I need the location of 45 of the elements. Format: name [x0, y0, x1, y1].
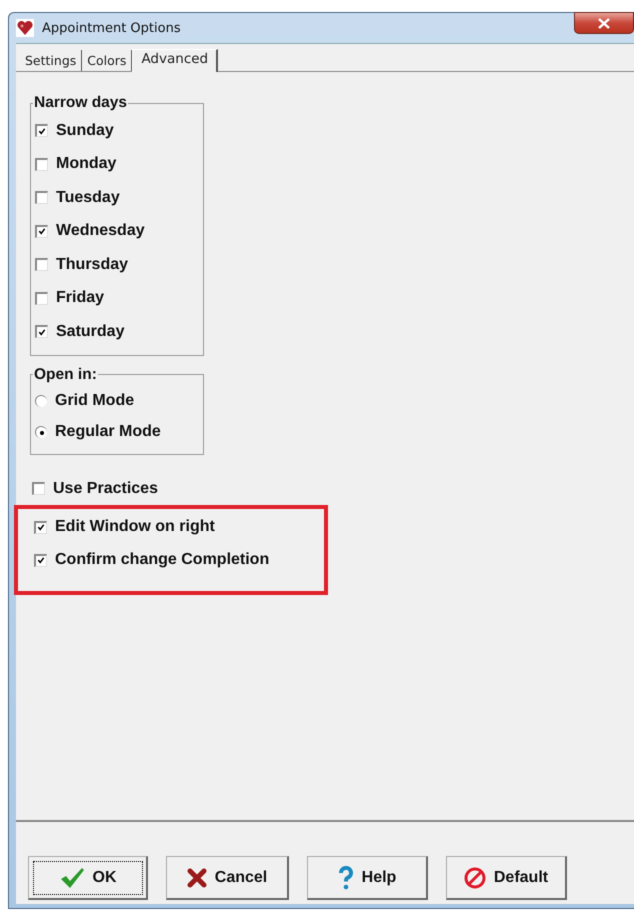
dialog-button[interactable]: OK [28, 856, 148, 900]
close-icon [598, 18, 610, 28]
checkbox[interactable] [35, 258, 48, 272]
close-button[interactable] [574, 12, 634, 34]
question-mark-icon [338, 866, 354, 890]
app-icon [16, 19, 34, 37]
check-icon [58, 866, 84, 888]
checkbox[interactable] [35, 325, 48, 338]
x-icon [186, 868, 207, 888]
checkbox[interactable] [35, 124, 48, 138]
checkbox-label: Thursday [56, 256, 128, 274]
checkbox-label: Wednesday [56, 222, 145, 240]
checkbox[interactable] [34, 554, 47, 566]
checkbox-label: Use Practices [53, 480, 158, 498]
checkbox-label: Monday [56, 155, 116, 174]
checkmark-icon [36, 555, 46, 566]
radio-button[interactable] [35, 426, 47, 438]
checkbox-label: Edit Window on right [55, 518, 215, 536]
checkmark-icon [37, 126, 47, 137]
checkbox[interactable] [35, 191, 48, 204]
radio-label: Regular Mode [55, 423, 161, 441]
radio-label: Grid Mode [55, 392, 134, 410]
checkbox-label: Sunday [56, 122, 114, 140]
checkbox[interactable] [35, 292, 48, 305]
checkmark-icon [37, 326, 47, 338]
checkbox[interactable] [35, 158, 48, 171]
checkbox[interactable] [35, 224, 48, 238]
checkbox[interactable] [34, 520, 47, 534]
checkbox-label: Friday [56, 289, 104, 308]
dialog-button[interactable]: Help [307, 856, 428, 900]
group-title: Open in: [33, 366, 98, 384]
dialog-button[interactable]: Cancel [166, 856, 289, 900]
tab[interactable]: Advanced [132, 49, 218, 72]
group-title: Narrow days [33, 94, 128, 112]
checkbox[interactable] [32, 482, 45, 495]
checkmark-icon [37, 226, 47, 238]
checkbox-label: Confirm change Completion [55, 551, 270, 569]
checkmark-icon [36, 522, 46, 533]
checkbox-label: Tuesday [56, 188, 120, 207]
tab[interactable]: Settings [20, 50, 82, 71]
prohibited-icon [464, 866, 486, 888]
checkbox-label: Saturday [56, 322, 124, 341]
window-title: Appointment Options [42, 20, 181, 36]
dialog-button[interactable]: Default [446, 856, 567, 900]
radio-button[interactable] [35, 395, 47, 407]
